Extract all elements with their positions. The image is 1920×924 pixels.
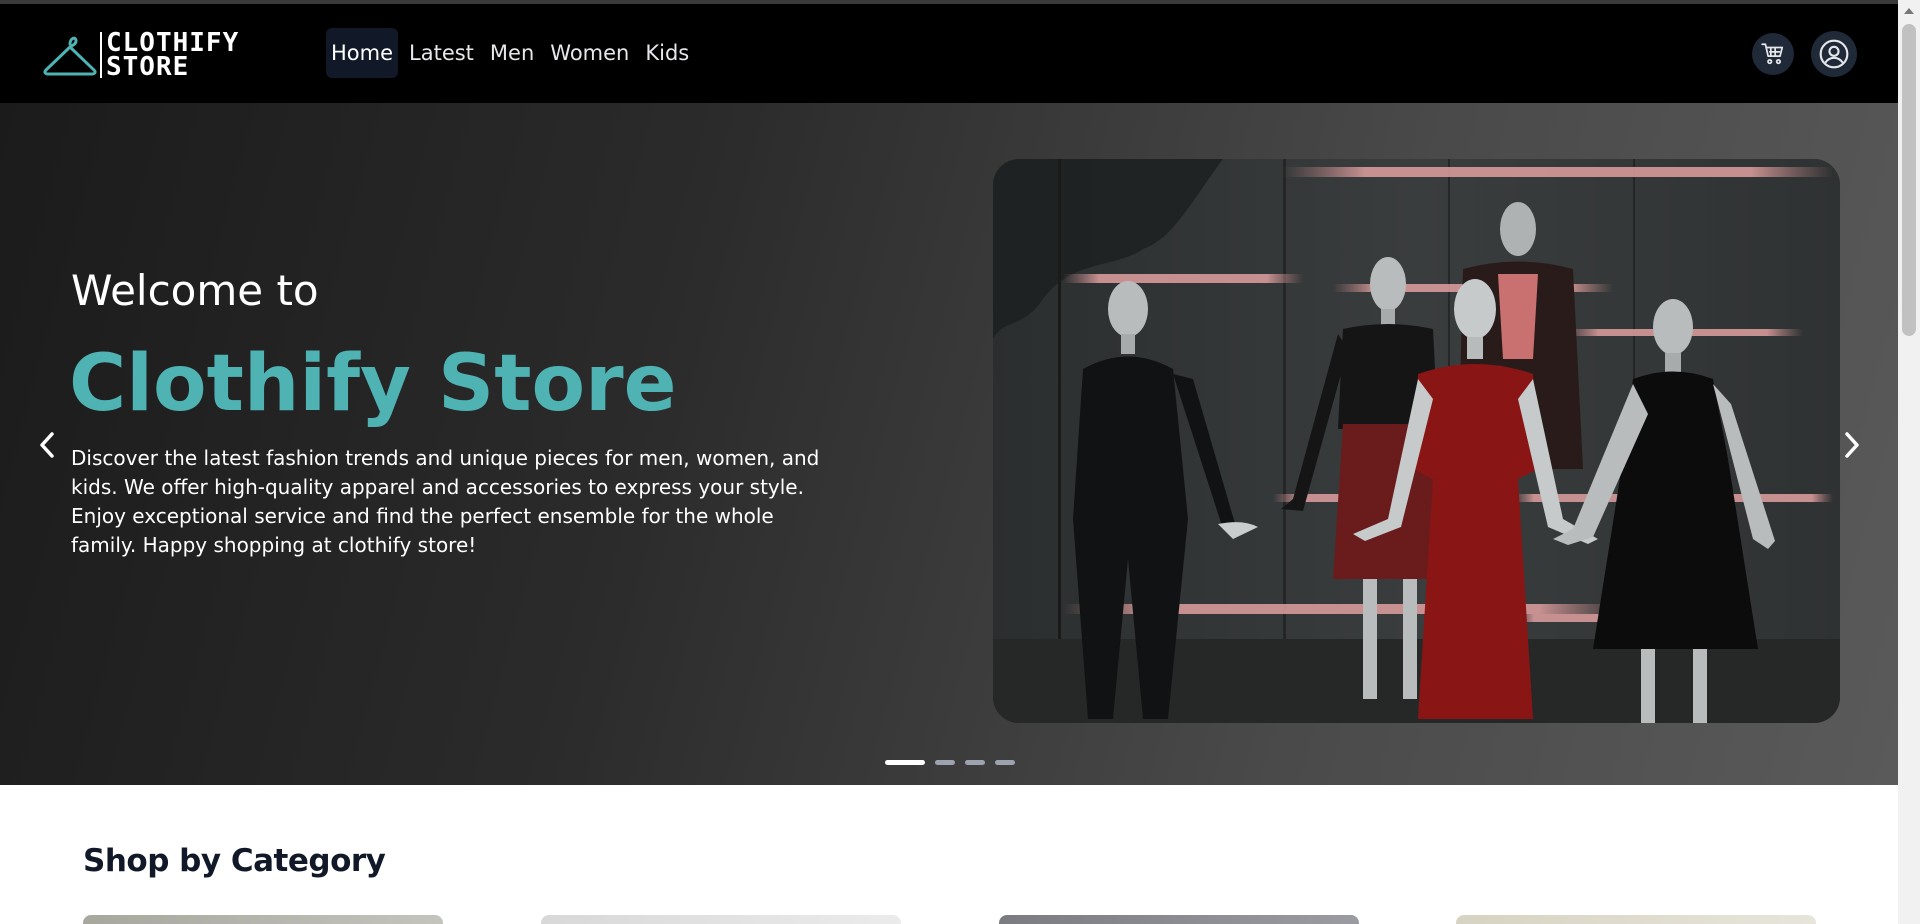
carousel-dot-1[interactable] — [885, 760, 925, 765]
mannequins-photo — [993, 159, 1840, 723]
carousel-dot-4[interactable] — [995, 760, 1015, 765]
user-icon — [1819, 39, 1849, 69]
chevron-right-icon — [1845, 432, 1859, 458]
category-card-2[interactable] — [541, 915, 901, 924]
brand-name-line2: STORE — [106, 52, 190, 82]
shop-by-category-title: Shop by Category — [83, 843, 386, 879]
carousel-prev-button[interactable] — [28, 425, 68, 465]
chevron-left-icon — [40, 432, 54, 458]
hanger-icon — [43, 36, 97, 76]
main-nav: Home Latest Men Women Kids — [326, 28, 694, 78]
carousel-indicators — [885, 760, 1015, 765]
carousel-next-button[interactable] — [1831, 425, 1871, 465]
hero-image — [993, 159, 1840, 723]
nav-link-home[interactable]: Home — [326, 28, 399, 78]
hero-carousel: Welcome to Clothify Store Discover the l… — [0, 103, 1898, 785]
user-account-button[interactable] — [1811, 31, 1857, 77]
nav-link-women[interactable]: Women — [545, 28, 634, 78]
scrollbar-thumb[interactable] — [1902, 24, 1916, 336]
carousel-dot-2[interactable] — [935, 760, 955, 765]
hero-welcome-text: Welcome to — [71, 266, 319, 315]
brand-logo[interactable]: CLOTHIFY STORE — [42, 30, 239, 80]
page: CLOTHIFY STORE Home Latest Men Women Kid… — [0, 0, 1920, 924]
cart-icon — [1761, 43, 1784, 65]
category-card-3[interactable] — [999, 915, 1359, 924]
logo-divider — [100, 32, 102, 78]
cart-button[interactable] — [1752, 33, 1794, 75]
navbar: CLOTHIFY STORE Home Latest Men Women Kid… — [0, 4, 1898, 103]
nav-link-kids[interactable]: Kids — [640, 28, 694, 78]
brand-name: CLOTHIFY STORE — [106, 30, 239, 82]
nav-link-men[interactable]: Men — [485, 28, 539, 78]
category-card-1[interactable] — [83, 915, 443, 924]
scroll-up-arrow-icon[interactable] — [1904, 8, 1914, 14]
carousel-dot-3[interactable] — [965, 760, 985, 765]
hero-title: Clothify Store — [69, 339, 677, 429]
hero-description: Discover the latest fashion trends and u… — [71, 446, 820, 557]
category-card-4[interactable] — [1456, 915, 1816, 924]
nav-link-latest[interactable]: Latest — [404, 28, 479, 78]
